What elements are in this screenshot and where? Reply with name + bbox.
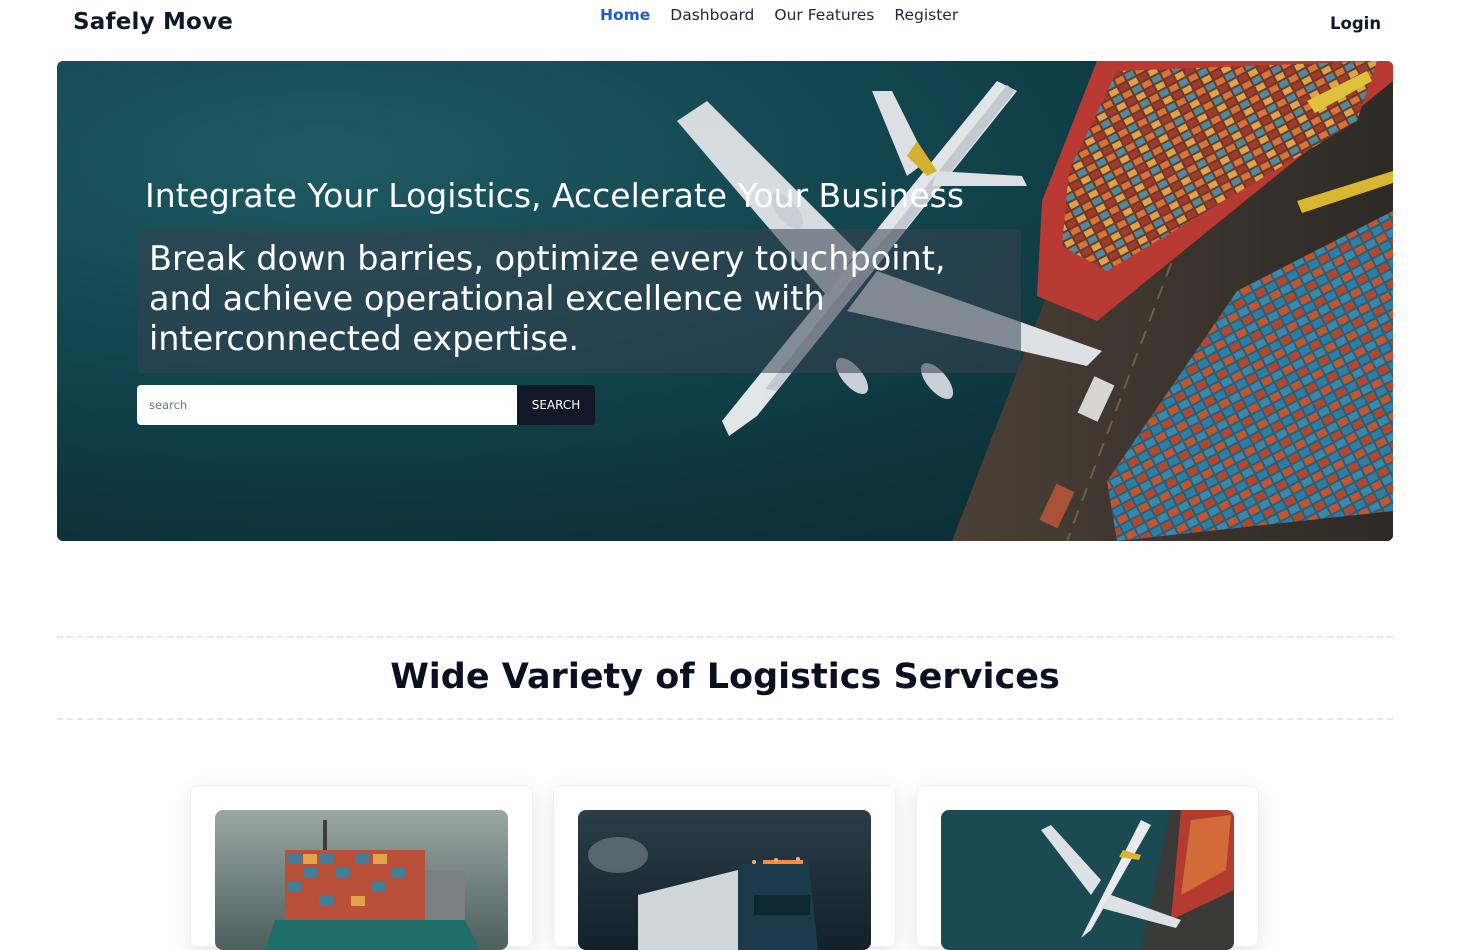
brand-logo[interactable]: Safely Move <box>73 9 233 35</box>
nav-our-features[interactable]: Our Features <box>774 6 874 24</box>
main-nav: Home Dashboard Our Features Register <box>600 6 958 24</box>
hero-subtitle: Break down barries, optimize every touch… <box>137 229 1021 373</box>
login-link[interactable]: Login <box>1330 14 1381 33</box>
section-divider-top <box>57 636 1393 638</box>
section-title: Wide Variety of Logistics Services <box>390 657 1060 697</box>
hero-title: Integrate Your Logistics, Accelerate You… <box>145 176 965 215</box>
search-button[interactable]: SEARCH <box>517 385 595 425</box>
service-card-air-freight[interactable] <box>916 785 1259 950</box>
hero-banner: Integrate Your Logistics, Accelerate You… <box>57 61 1393 541</box>
nav-register[interactable]: Register <box>894 6 958 24</box>
search-bar: SEARCH <box>137 385 595 425</box>
search-input[interactable] <box>137 385 517 425</box>
nav-home[interactable]: Home <box>600 6 650 24</box>
service-card-shipping[interactable] <box>190 785 533 950</box>
section-divider-bottom <box>57 718 1393 720</box>
airplane-port-image <box>941 810 1234 950</box>
cargo-ship-image <box>215 810 508 950</box>
truck-image <box>578 810 871 950</box>
service-card-trucking[interactable] <box>553 785 896 950</box>
nav-dashboard[interactable]: Dashboard <box>670 6 754 24</box>
